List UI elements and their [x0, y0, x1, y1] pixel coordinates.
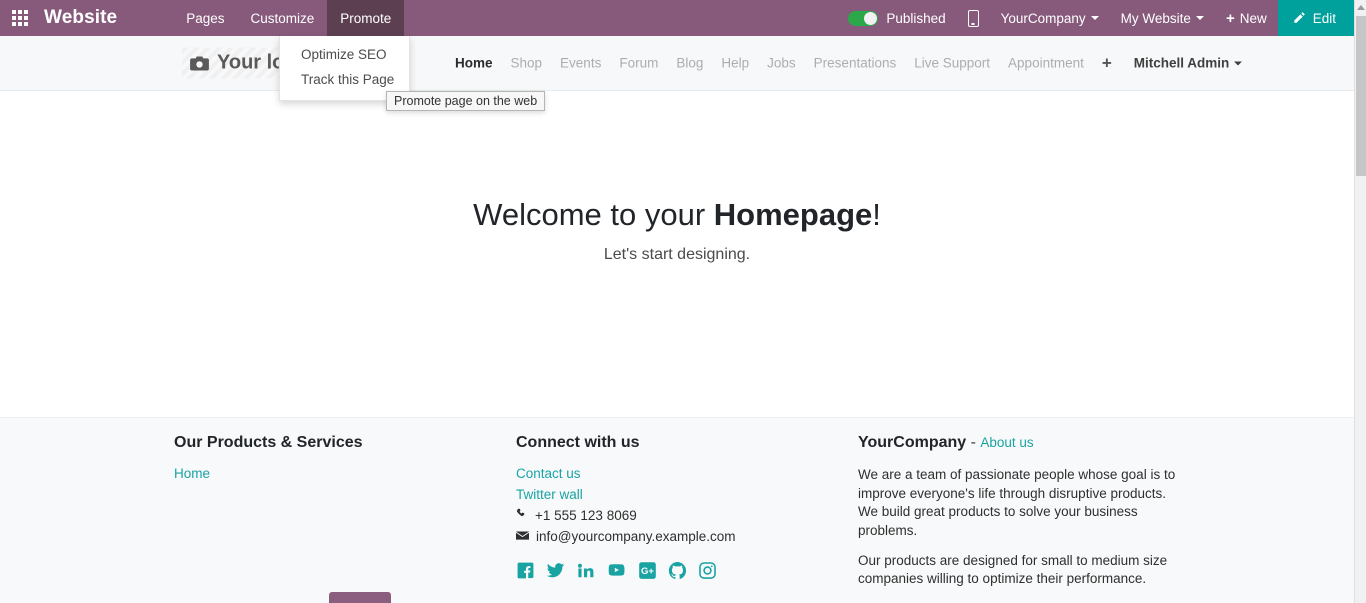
nav-item-shop[interactable]: Shop [511, 56, 543, 71]
chevron-down-icon [1234, 61, 1243, 65]
website-header: Your log Home Shop Events Forum Blog Hel… [0, 36, 1354, 91]
page-title: Welcome to your Homepage! [473, 196, 881, 233]
footer-heading-company: YourCompany - About us [858, 434, 1184, 452]
footer-social-links: G+ [516, 561, 858, 585]
footer-phone[interactable]: +1 555 123 8069 [516, 508, 858, 523]
hero-title-prefix: Welcome to your [473, 197, 714, 232]
footer-columns: Our Products & Services Home Connect wit… [174, 434, 1184, 600]
app-menu-tabs: Pages Customize Promote [173, 0, 405, 36]
company-label: YourCompany [1000, 10, 1086, 26]
nav-item-help[interactable]: Help [721, 56, 749, 71]
footer-company-name: YourCompany [858, 434, 967, 451]
twitter-icon[interactable] [546, 561, 565, 585]
footer-column-connect: Connect with us Contact us Twitter wall … [516, 434, 858, 600]
hero-section: Welcome to your Homepage! Let's start de… [0, 91, 1354, 417]
footer-email-address: info@yourcompany.example.com [536, 529, 736, 544]
plus-icon: + [1225, 9, 1235, 27]
footer-link-about-us[interactable]: About us [980, 435, 1033, 450]
nav-item-jobs[interactable]: Jobs [767, 56, 796, 71]
footer-column-products: Our Products & Services Home [174, 434, 516, 600]
footer-email[interactable]: info@yourcompany.example.com [516, 529, 858, 544]
footer-company-paragraph-2: Our products are designed for small to m… [858, 552, 1168, 587]
site-navigation: Home Shop Events Forum Blog Help Jobs Pr… [455, 55, 1243, 72]
menu-tab-promote[interactable]: Promote [327, 0, 405, 36]
footer-link-twitter-wall[interactable]: Twitter wall [516, 487, 858, 502]
footer-company-dash: - [966, 434, 981, 451]
footer-heading-products: Our Products & Services [174, 434, 363, 451]
website-selector[interactable]: My Website [1110, 0, 1215, 36]
footer-link-home[interactable]: Home [174, 466, 516, 481]
hero-subtitle: Let's start designing. [603, 246, 751, 264]
instagram-icon[interactable] [698, 561, 717, 585]
vertical-scrollbar[interactable] [1354, 0, 1366, 603]
youtube-icon[interactable] [606, 561, 627, 585]
footer-bottom-strip [0, 592, 1354, 603]
footer-phone-number: +1 555 123 8069 [535, 508, 637, 523]
hero-title-suffix: ! [872, 197, 881, 232]
nav-item-home[interactable]: Home [455, 56, 493, 71]
github-icon[interactable] [668, 561, 687, 585]
googleplus-icon[interactable]: G+ [638, 561, 657, 585]
svg-text:G+: G+ [641, 566, 654, 577]
facebook-icon[interactable] [516, 561, 535, 585]
footer-link-contact-us[interactable]: Contact us [516, 466, 858, 481]
pencil-icon [1292, 11, 1306, 25]
menu-tab-customize[interactable]: Customize [237, 0, 327, 36]
published-label: Published [886, 10, 946, 26]
edit-button[interactable]: Edit [1277, 0, 1354, 36]
menu-tab-pages[interactable]: Pages [173, 0, 237, 36]
phone-icon [516, 508, 535, 523]
nav-item-presentations[interactable]: Presentations [814, 56, 897, 71]
website-label: My Website [1120, 10, 1191, 26]
add-page-icon[interactable]: + [1102, 55, 1112, 72]
user-menu[interactable]: Mitchell Admin [1134, 56, 1243, 71]
footer-heading-connect: Connect with us [516, 434, 640, 451]
published-switch-icon[interactable] [848, 10, 879, 26]
chevron-down-icon [1090, 16, 1099, 20]
published-toggle[interactable]: Published [837, 0, 956, 36]
nav-item-events[interactable]: Events [560, 56, 601, 71]
menu-item-optimize-seo[interactable]: Optimize SEO [280, 42, 409, 67]
new-label: New [1239, 10, 1267, 26]
footer-column-company: YourCompany - About us We are a team of … [858, 434, 1184, 600]
edit-label: Edit [1312, 10, 1336, 26]
site-footer: Our Products & Services Home Connect wit… [0, 417, 1354, 603]
nav-item-appointment[interactable]: Appointment [1008, 56, 1084, 71]
website-builder-page: Website Pages Customize Promote Publishe… [0, 0, 1366, 603]
apps-grid-glyph [12, 10, 28, 26]
scroll-up-arrow-icon[interactable] [1355, 0, 1366, 14]
envelope-icon [516, 529, 536, 544]
mobile-preview-button[interactable] [957, 0, 990, 36]
chevron-down-icon [1195, 16, 1204, 20]
footer-company-paragraph-1: We are a team of passionate people whose… [858, 467, 1176, 538]
menu-item-track-this-page[interactable]: Track this Page [280, 67, 409, 92]
company-selector[interactable]: YourCompany [990, 0, 1110, 36]
odoo-top-bar: Website Pages Customize Promote Publishe… [0, 0, 1354, 36]
apps-grid-icon[interactable] [0, 0, 40, 36]
promote-tooltip: Promote page on the web [386, 91, 546, 111]
nav-item-blog[interactable]: Blog [676, 56, 703, 71]
linkedin-icon[interactable] [576, 561, 595, 585]
mobile-preview-icon [967, 9, 979, 27]
user-menu-label: Mitchell Admin [1133, 55, 1230, 71]
bottom-action-button[interactable] [329, 592, 391, 603]
nav-item-live-support[interactable]: Live Support [914, 56, 990, 71]
hero-title-bold: Homepage [713, 197, 873, 232]
top-bar-right-group: Published YourCompany My Website + New E… [837, 0, 1354, 36]
app-brand-title: Website [44, 7, 118, 28]
camera-icon [190, 55, 209, 71]
scrollbar-thumb[interactable] [1356, 16, 1366, 176]
nav-item-forum[interactable]: Forum [619, 56, 658, 71]
new-button[interactable]: + New [1215, 0, 1278, 36]
